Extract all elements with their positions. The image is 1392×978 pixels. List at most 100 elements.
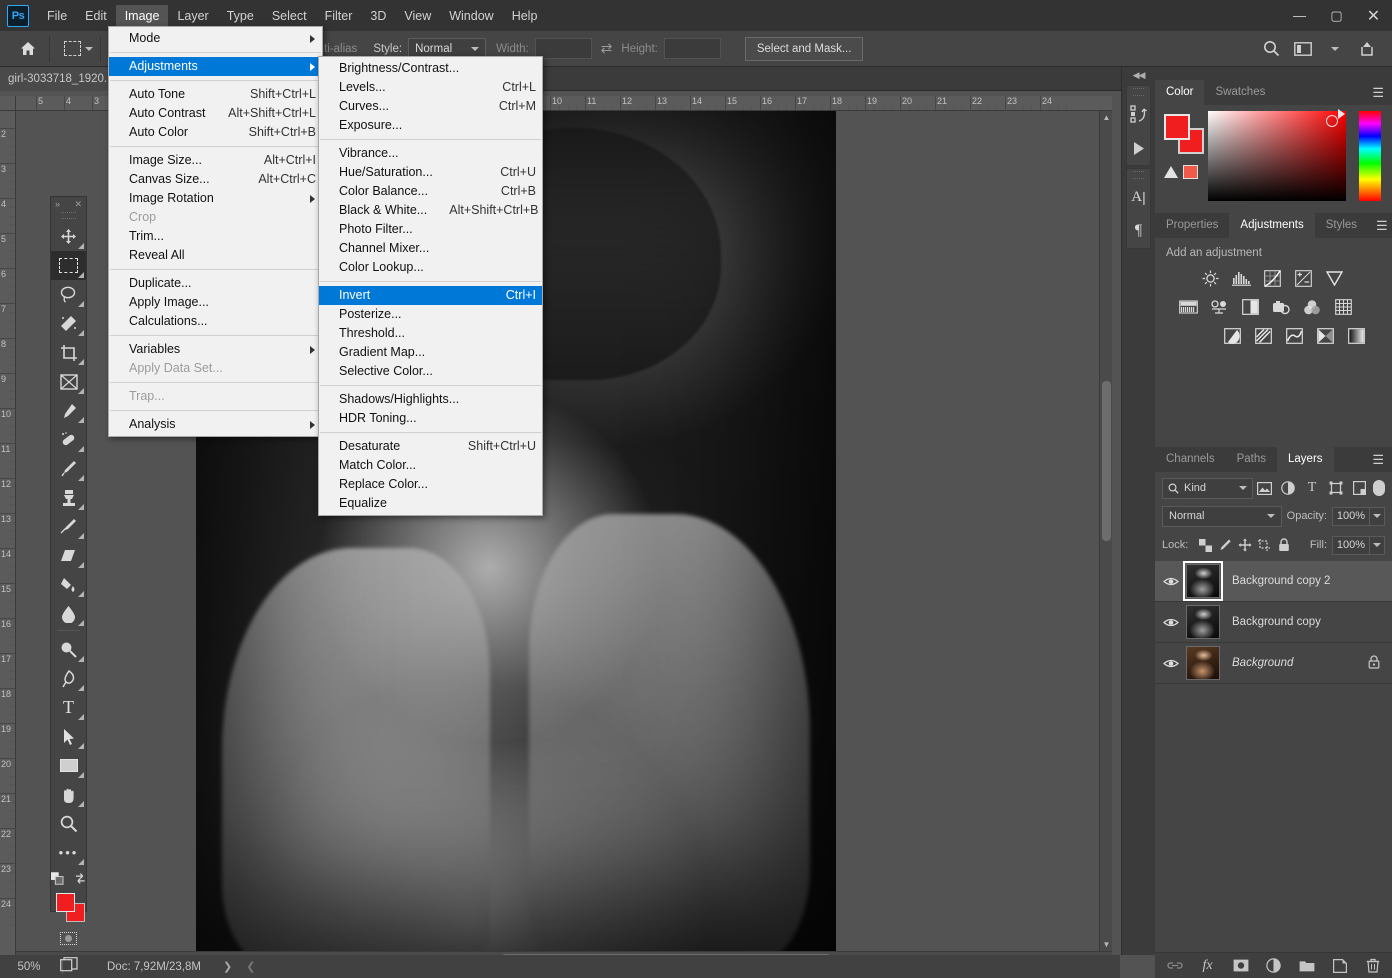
menu-select[interactable]: Select [263, 5, 316, 27]
exposure-icon[interactable] [1292, 268, 1314, 288]
adjustments-menu-item-selective-color[interactable]: Selective Color... [319, 362, 542, 381]
rectangle-tool[interactable] [51, 751, 86, 780]
opacity-stepper[interactable] [1370, 507, 1385, 526]
adjustments-menu-item-gradient-map[interactable]: Gradient Map... [319, 343, 542, 362]
color-field[interactable] [1208, 111, 1346, 201]
layer-visibility-toggle[interactable] [1155, 658, 1186, 669]
adjustments-menu-item-brightness-contrast[interactable]: Brightness/Contrast... [319, 59, 542, 78]
menu-window[interactable]: Window [440, 5, 502, 27]
adjustments-submenu-dropdown[interactable]: Brightness/Contrast...Levels...Ctrl+LCur… [318, 56, 543, 516]
default-and-swap-colors[interactable] [51, 867, 86, 889]
height-input[interactable] [664, 38, 721, 59]
home-icon[interactable] [10, 35, 46, 63]
adjustments-menu-item-replace-color[interactable]: Replace Color... [319, 475, 542, 494]
black-white-icon[interactable] [1239, 297, 1261, 317]
select-and-mask-button[interactable]: Select and Mask... [745, 37, 864, 61]
layer-style-fx-icon[interactable]: fx [1199, 957, 1217, 975]
chevron-down-icon[interactable] [1320, 35, 1350, 63]
move-tool[interactable] [51, 222, 86, 251]
pen-tool[interactable] [51, 664, 86, 693]
menu-help[interactable]: Help [503, 5, 547, 27]
brightness-contrast-icon[interactable] [1199, 268, 1221, 288]
canvas-vertical-scrollbar[interactable]: ▲ ▼ [1099, 111, 1112, 951]
image-menu-item-image-rotation[interactable]: Image Rotation [109, 189, 322, 208]
adjustments-menu-item-color-lookup[interactable]: Color Lookup... [319, 258, 542, 277]
adjustments-menu-item-match-color[interactable]: Match Color... [319, 456, 542, 475]
clone-stamp-tool[interactable] [51, 483, 86, 512]
search-icon[interactable] [1256, 35, 1286, 63]
adjustments-menu-item-black-white[interactable]: Black & White...Alt+Shift+Ctrl+B [319, 201, 542, 220]
image-menu-dropdown[interactable]: ModeAdjustmentsAuto ToneShift+Ctrl+LAuto… [108, 26, 323, 437]
adjustments-menu-item-color-balance[interactable]: Color Balance...Ctrl+B [319, 182, 542, 201]
foreground-background-colors[interactable] [51, 891, 86, 925]
panel-grip[interactable] [1133, 88, 1144, 96]
new-layer-icon[interactable] [1331, 957, 1349, 975]
image-menu-item-analysis[interactable]: Analysis [109, 415, 322, 434]
document-tab[interactable]: girl-3033718_1920. [0, 67, 116, 91]
menu-filter[interactable]: Filter [316, 5, 362, 27]
scroll-down-arrow[interactable]: ▼ [1100, 938, 1113, 951]
tab-properties[interactable]: Properties [1155, 213, 1229, 238]
adjustments-menu-item-vibrance[interactable]: Vibrance... [319, 144, 542, 163]
adjustments-menu-item-posterize[interactable]: Posterize... [319, 305, 542, 324]
tool-preset-picker[interactable] [60, 35, 97, 63]
edit-toolbar-tool[interactable]: ••• [51, 838, 86, 867]
adjustment-filter-icon[interactable] [1277, 478, 1301, 499]
zoom-level[interactable]: 50% [0, 961, 58, 973]
menu-view[interactable]: View [395, 5, 440, 27]
image-menu-item-trim[interactable]: Trim... [109, 227, 322, 246]
vertical-ruler[interactable]: 23456789101112131415161718192021222324 [0, 111, 16, 969]
minimize-button[interactable]: — [1281, 0, 1318, 31]
menu-file[interactable]: File [38, 5, 76, 27]
tab-adjustments[interactable]: Adjustments [1229, 213, 1314, 238]
type-filter-icon[interactable]: T [1300, 478, 1324, 499]
shape-filter-icon[interactable] [1324, 478, 1348, 499]
gradient-tool[interactable] [51, 570, 86, 599]
layer-thumbnail[interactable] [1186, 564, 1220, 598]
layer-name[interactable]: Background copy [1220, 616, 1392, 628]
tab-styles[interactable]: Styles [1315, 213, 1368, 238]
quick-mask-icon[interactable] [51, 925, 86, 951]
fill-value[interactable]: 100% [1332, 536, 1370, 555]
swap-dimensions-icon[interactable]: ⇄ [601, 40, 613, 57]
vibrance-icon[interactable] [1323, 268, 1345, 288]
lock-transparent-pixels-icon[interactable] [1195, 535, 1215, 556]
dodge-tool[interactable] [51, 635, 86, 664]
adjustments-menu-item-curves[interactable]: Curves...Ctrl+M [319, 97, 542, 116]
photo-filter-icon[interactable] [1270, 297, 1292, 317]
width-input[interactable] [535, 38, 592, 59]
crop-tool[interactable] [51, 338, 86, 367]
workspace-icon[interactable] [1288, 35, 1318, 63]
image-menu-item-auto-contrast[interactable]: Auto ContrastAlt+Shift+Ctrl+L [109, 104, 322, 123]
screen-mode-icon[interactable] [51, 951, 86, 977]
hand-tool[interactable] [51, 780, 86, 809]
layer-name[interactable]: Background copy 2 [1220, 575, 1392, 587]
gamut-alternate-swatch[interactable] [1183, 165, 1198, 179]
foreground-color-swatch[interactable] [1164, 114, 1190, 140]
image-menu-item-duplicate[interactable]: Duplicate... [109, 274, 322, 293]
opacity-value[interactable]: 100% [1332, 507, 1370, 526]
scrollbar-thumb[interactable] [1102, 381, 1111, 541]
status-expand-arrow-icon[interactable]: ❯ [223, 960, 232, 973]
maximize-button[interactable]: ▢ [1318, 0, 1355, 31]
layer-visibility-toggle[interactable] [1155, 617, 1186, 628]
adjustments-menu-item-exposure[interactable]: Exposure... [319, 116, 542, 135]
image-menu-item-reveal-all[interactable]: Reveal All [109, 246, 322, 265]
path-selection-tool[interactable] [51, 722, 86, 751]
close-icon[interactable]: ✕ [74, 199, 82, 210]
horizontal-type-tool[interactable]: T [51, 693, 86, 722]
image-menu-item-image-size[interactable]: Image Size...Alt+Ctrl+I [109, 151, 322, 170]
layer-visibility-toggle[interactable] [1155, 576, 1186, 587]
history-brush-tool[interactable] [51, 512, 86, 541]
adjustments-menu-item-channel-mixer[interactable]: Channel Mixer... [319, 239, 542, 258]
collapse-panels-icon[interactable]: ◀◀ [1122, 67, 1155, 83]
table-row[interactable]: Background [1155, 643, 1392, 684]
selective-color-icon[interactable] [1345, 326, 1367, 346]
gradient-map-icon[interactable] [1314, 326, 1336, 346]
link-layers-icon[interactable] [1166, 957, 1184, 975]
panel-menu-icon[interactable]: ☰ [1368, 213, 1392, 238]
scroll-up-arrow[interactable]: ▲ [1100, 111, 1113, 124]
adjustments-menu-item-photo-filter[interactable]: Photo Filter... [319, 220, 542, 239]
layer-mask-icon[interactable] [1232, 957, 1250, 975]
adjustments-menu-item-desaturate[interactable]: DesaturateShift+Ctrl+U [319, 437, 542, 456]
